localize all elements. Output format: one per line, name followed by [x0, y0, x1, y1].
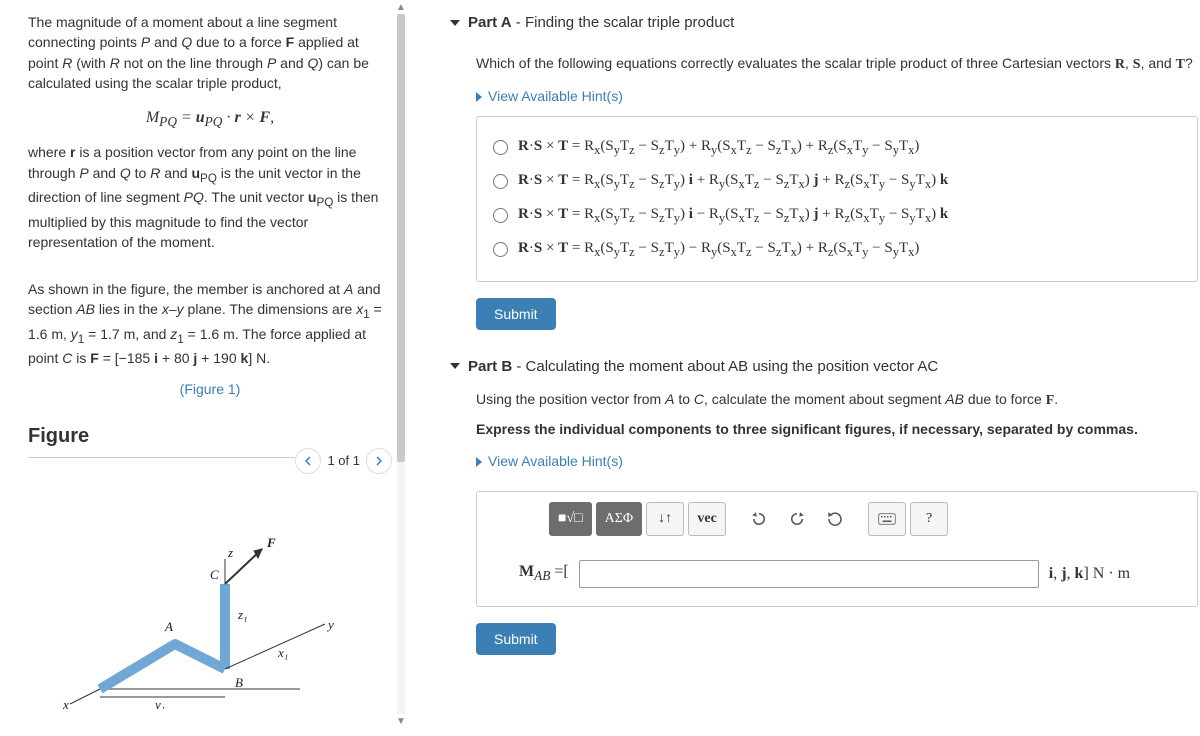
answer-prefix: MAB =[	[519, 563, 569, 584]
hint-caret-icon	[476, 92, 482, 102]
problem-paragraph-1: The magnitude of a moment about a line s…	[28, 12, 392, 93]
figure-heading: Figure	[28, 425, 392, 448]
toolbar-vec-button[interactable]: vec	[688, 502, 726, 536]
option-1-label: R·S × T = Rx(SyTz − SzTy) + Ry(SxTz − Sz…	[518, 138, 919, 158]
redo-icon	[788, 510, 806, 528]
figure-next-button[interactable]	[366, 448, 392, 474]
part-b-title: Part B - Calculating the moment about AB…	[468, 358, 938, 375]
left-scrollbar[interactable]: ▲ ▼	[394, 0, 408, 728]
keyboard-icon	[878, 510, 896, 528]
undo-icon	[750, 510, 768, 528]
toolbar-redo-button[interactable]	[780, 502, 814, 536]
option-1[interactable]: R·S × T = Rx(SyTz − SzTy) + Ry(SxTz − Sz…	[493, 131, 1181, 165]
svg-text:C: C	[210, 567, 219, 582]
problem-paragraph-2: where r is a position vector from any po…	[28, 142, 392, 252]
svg-text:y₁: y₁	[153, 697, 165, 709]
svg-text:x₁: x₁	[277, 645, 288, 660]
chevron-right-icon	[374, 456, 384, 466]
part-a-title: Part A - Finding the scalar triple produ…	[468, 14, 734, 31]
part-a-submit-button[interactable]: Submit	[476, 298, 556, 330]
answer-input[interactable]	[579, 560, 1039, 588]
toolbar-keyboard-button[interactable]	[868, 502, 906, 536]
option-1-radio[interactable]	[493, 140, 508, 155]
toolbar-subsup-button[interactable]: ↓↑	[646, 502, 684, 536]
svg-text:x: x	[62, 697, 69, 709]
scroll-up-icon[interactable]: ▲	[394, 0, 408, 14]
part-a-hints-toggle[interactable]: View Available Hint(s)	[476, 82, 623, 116]
figure-link[interactable]: (Figure 1)	[180, 381, 241, 397]
part-a-collapse-toggle[interactable]	[450, 20, 460, 26]
figure-prev-button[interactable]	[295, 448, 321, 474]
svg-text:z: z	[227, 545, 233, 560]
toolbar-undo-button[interactable]	[742, 502, 776, 536]
answer-suffix: i, j, k] N · m	[1049, 565, 1130, 583]
formula-mpq: MPQ = uPQ · r × F,	[28, 109, 392, 130]
part-b-submit-button[interactable]: Submit	[476, 623, 556, 655]
svg-text:z₁: z₁	[237, 607, 248, 622]
part-b-question: Using the position vector from A to C, c…	[476, 385, 1200, 418]
option-2[interactable]: R·S × T = Rx(SyTz − SzTy) i + Ry(SxTz − …	[493, 165, 1181, 199]
reset-icon	[826, 510, 844, 528]
part-a-question: Which of the following equations correct…	[476, 41, 1200, 82]
part-b-collapse-toggle[interactable]	[450, 363, 460, 369]
option-2-label: R·S × T = Rx(SyTz − SzTy) i + Ry(SxTz − …	[518, 172, 948, 192]
svg-text:F: F	[266, 535, 276, 550]
option-3[interactable]: R·S × T = Rx(SyTz − SzTy) i − Ry(SxTz − …	[493, 199, 1181, 233]
chevron-left-icon	[303, 456, 313, 466]
option-3-radio[interactable]	[493, 208, 508, 223]
part-a-options: R·S × T = Rx(SyTz − SzTy) + Ry(SxTz − Sz…	[476, 116, 1198, 282]
option-2-radio[interactable]	[493, 174, 508, 189]
option-4-label: R·S × T = Rx(SyTz − SzTy) − Ry(SxTz − Sz…	[518, 240, 919, 260]
option-4-radio[interactable]	[493, 242, 508, 257]
toolbar-reset-button[interactable]	[818, 502, 852, 536]
option-3-label: R·S × T = Rx(SyTz − SzTy) i − Ry(SxTz − …	[518, 206, 948, 226]
svg-text:B: B	[235, 675, 243, 690]
toolbar-help-button[interactable]: ?	[910, 502, 948, 536]
hint-caret-icon	[476, 457, 482, 467]
scroll-down-icon[interactable]: ▼	[394, 714, 408, 728]
part-b-answer-box: ■√□ ΑΣΦ ↓↑ vec ?	[476, 491, 1198, 607]
option-4[interactable]: R·S × T = Rx(SyTz − SzTy) − Ry(SxTz − Sz…	[493, 233, 1181, 267]
problem-paragraph-3: As shown in the figure, the member is an…	[28, 279, 392, 369]
figure-image: A B C F x y z x₁ y₁ z₁	[28, 482, 392, 736]
svg-text:A: A	[164, 619, 173, 634]
part-b-instruction: Express the individual components to thr…	[476, 417, 1200, 447]
svg-text:y: y	[326, 617, 334, 632]
toolbar-greek-button[interactable]: ΑΣΦ	[596, 502, 643, 536]
figure-page-indicator: 1 of 1	[327, 453, 360, 468]
part-b-hints-toggle[interactable]: View Available Hint(s)	[476, 447, 623, 481]
toolbar-template-button[interactable]: ■√□	[549, 502, 592, 536]
